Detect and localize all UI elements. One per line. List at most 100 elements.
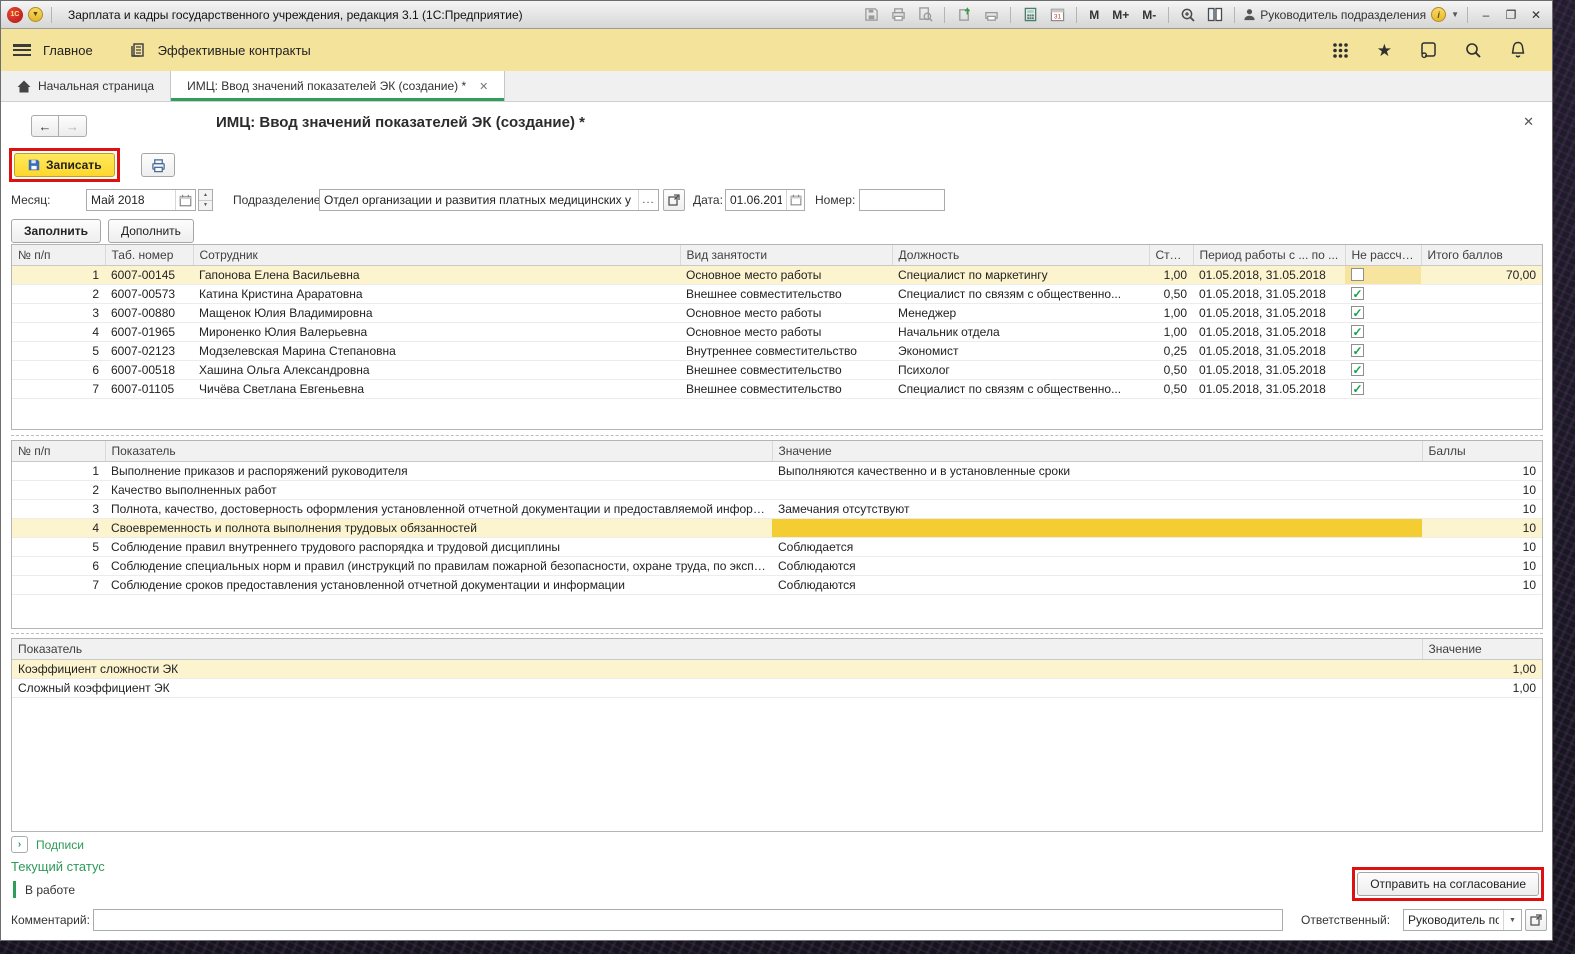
- month-calendar-icon[interactable]: [175, 190, 195, 210]
- sections-icon[interactable]: [129, 42, 146, 58]
- calculator-icon[interactable]: [1019, 5, 1041, 25]
- indicator-cell[interactable]: Полнота, качество, достоверность оформле…: [105, 499, 772, 518]
- col-header[interactable]: Вид занятости: [680, 245, 892, 265]
- row-number-cell[interactable]: 1: [12, 265, 105, 284]
- indicator-cell[interactable]: Качество выполненных работ: [105, 480, 772, 499]
- tab-number-cell[interactable]: 6007-01965: [105, 322, 193, 341]
- coefficient-value-cell[interactable]: 1,00: [1422, 659, 1542, 678]
- memory-minus-button[interactable]: M-: [1138, 8, 1160, 22]
- employee-row[interactable]: 66007-00518Хашина Ольга АлександровнаВне…: [12, 360, 1542, 379]
- row-number-cell[interactable]: 3: [12, 303, 105, 322]
- work-period-cell[interactable]: 01.05.2018, 31.05.2018: [1193, 303, 1345, 322]
- tab-number-cell[interactable]: 6007-00880: [105, 303, 193, 322]
- points-cell[interactable]: 10: [1422, 461, 1542, 480]
- value-cell[interactable]: Выполняются качественно и в установленны…: [772, 461, 1422, 480]
- nav-forward-button[interactable]: →: [59, 115, 87, 137]
- indicator-row[interactable]: 3Полнота, качество, достоверность оформл…: [12, 499, 1542, 518]
- col-header[interactable]: Показатель: [12, 639, 1422, 659]
- employment-type-cell[interactable]: Внешнее совместительство: [680, 360, 892, 379]
- send-for-approval-button[interactable]: Отправить на согласование: [1357, 872, 1539, 896]
- expand-arrow-icon[interactable]: ›: [11, 836, 28, 853]
- calendar-icon[interactable]: 31: [1046, 5, 1068, 25]
- row-number-cell[interactable]: 4: [12, 322, 105, 341]
- value-cell[interactable]: [772, 480, 1422, 499]
- value-cell[interactable]: Соблюдаются: [772, 575, 1422, 594]
- employee-name-cell[interactable]: Чичёва Светлана Евгеньевна: [193, 379, 680, 398]
- signatures-link[interactable]: Подписи: [36, 838, 84, 852]
- coefficient-row[interactable]: Коэффициент сложности ЭК1,00: [12, 659, 1542, 678]
- indicator-row[interactable]: 5Соблюдение правил внутреннего трудового…: [12, 537, 1542, 556]
- employment-type-cell[interactable]: Основное место работы: [680, 265, 892, 284]
- work-period-cell[interactable]: 01.05.2018, 31.05.2018: [1193, 322, 1345, 341]
- print-preview-icon[interactable]: [914, 5, 936, 25]
- department-input[interactable]: [320, 190, 638, 210]
- skip-checkbox[interactable]: ✓: [1351, 363, 1364, 376]
- indicator-row[interactable]: 4Своевременность и полнота выполнения тр…: [12, 518, 1542, 537]
- responsible-open-button[interactable]: [1525, 909, 1547, 931]
- employee-name-cell[interactable]: Гапонова Елена Васильевна: [193, 265, 680, 284]
- skip-calculation-cell[interactable]: ✓: [1345, 379, 1421, 398]
- value-cell[interactable]: Соблюдаются: [772, 556, 1422, 575]
- signatures-expander[interactable]: › Подписи: [11, 836, 84, 853]
- split-view-icon[interactable]: [1204, 5, 1226, 25]
- tab-number-cell[interactable]: 6007-01105: [105, 379, 193, 398]
- skip-calculation-cell[interactable]: [1345, 265, 1421, 284]
- coefficient-row[interactable]: Сложный коэффициент ЭК1,00: [12, 678, 1542, 697]
- position-cell[interactable]: Экономист: [892, 341, 1149, 360]
- memory-plus-button[interactable]: M+: [1108, 8, 1133, 22]
- month-input[interactable]: [87, 190, 175, 210]
- print-button[interactable]: [141, 153, 175, 177]
- total-points-cell[interactable]: [1421, 303, 1542, 322]
- tab-active-document[interactable]: ИМЦ: Ввод значений показателей ЭК (созда…: [171, 71, 505, 101]
- save-button[interactable]: Записать: [14, 153, 115, 177]
- rate-cell[interactable]: 1,00: [1149, 322, 1193, 341]
- minimize-button[interactable]: –: [1476, 6, 1496, 24]
- nav-back-button[interactable]: ←: [31, 115, 59, 137]
- position-cell[interactable]: Специалист по связям с общественно...: [892, 379, 1149, 398]
- value-cell[interactable]: [772, 518, 1422, 537]
- employment-type-cell[interactable]: Основное место работы: [680, 322, 892, 341]
- position-cell[interactable]: Специалист по связям с общественно...: [892, 284, 1149, 303]
- employee-row[interactable]: 16007-00145Гапонова Елена ВасильевнаОсно…: [12, 265, 1542, 284]
- all-functions-icon[interactable]: [1332, 42, 1349, 59]
- indicator-cell[interactable]: Соблюдение сроков предоставления установ…: [105, 575, 772, 594]
- coefficient-name-cell[interactable]: Сложный коэффициент ЭК: [12, 678, 1422, 697]
- coefficient-value-cell[interactable]: 1,00: [1422, 678, 1542, 697]
- points-cell[interactable]: 10: [1422, 537, 1542, 556]
- value-cell[interactable]: Замечания отсутствуют: [772, 499, 1422, 518]
- col-header[interactable]: Таб. номер: [105, 245, 193, 265]
- total-points-cell[interactable]: 70,00: [1421, 265, 1542, 284]
- skip-checkbox[interactable]: ✓: [1351, 382, 1364, 395]
- responsible-input[interactable]: [1404, 910, 1503, 930]
- close-button[interactable]: ✕: [1526, 6, 1546, 24]
- date-calendar-icon[interactable]: [786, 190, 804, 210]
- skip-calculation-cell[interactable]: ✓: [1345, 303, 1421, 322]
- tab-number-cell[interactable]: 6007-02123: [105, 341, 193, 360]
- tab-number-cell[interactable]: 6007-00145: [105, 265, 193, 284]
- skip-calculation-cell[interactable]: ✓: [1345, 341, 1421, 360]
- work-period-cell[interactable]: 01.05.2018, 31.05.2018: [1193, 341, 1345, 360]
- zoom-icon[interactable]: [1177, 5, 1199, 25]
- indicator-row[interactable]: 1Выполнение приказов и распоряжений руко…: [12, 461, 1542, 480]
- comment-input[interactable]: [93, 909, 1283, 931]
- skip-calculation-cell[interactable]: ✓: [1345, 322, 1421, 341]
- send-document-icon[interactable]: [953, 5, 975, 25]
- row-number-cell[interactable]: 6: [12, 360, 105, 379]
- employee-row[interactable]: 36007-00880Мащенок Юлия ВладимировнаОсно…: [12, 303, 1542, 322]
- points-cell[interactable]: 10: [1422, 575, 1542, 594]
- row-number-cell[interactable]: 5: [12, 537, 105, 556]
- favorites-icon[interactable]: ★: [1377, 42, 1392, 59]
- info-button[interactable]: i: [1431, 7, 1446, 22]
- tab-number-cell[interactable]: 6007-00518: [105, 360, 193, 379]
- skip-checkbox[interactable]: ✓: [1351, 306, 1364, 319]
- rate-cell[interactable]: 1,00: [1149, 303, 1193, 322]
- rate-cell[interactable]: 0,50: [1149, 379, 1193, 398]
- row-number-cell[interactable]: 2: [12, 480, 105, 499]
- total-points-cell[interactable]: [1421, 360, 1542, 379]
- total-points-cell[interactable]: [1421, 341, 1542, 360]
- tab-close-icon[interactable]: ✕: [479, 80, 488, 93]
- position-cell[interactable]: Психолог: [892, 360, 1149, 379]
- work-period-cell[interactable]: 01.05.2018, 31.05.2018: [1193, 265, 1345, 284]
- main-menu-button[interactable]: ▼: [28, 7, 43, 22]
- row-number-cell[interactable]: 5: [12, 341, 105, 360]
